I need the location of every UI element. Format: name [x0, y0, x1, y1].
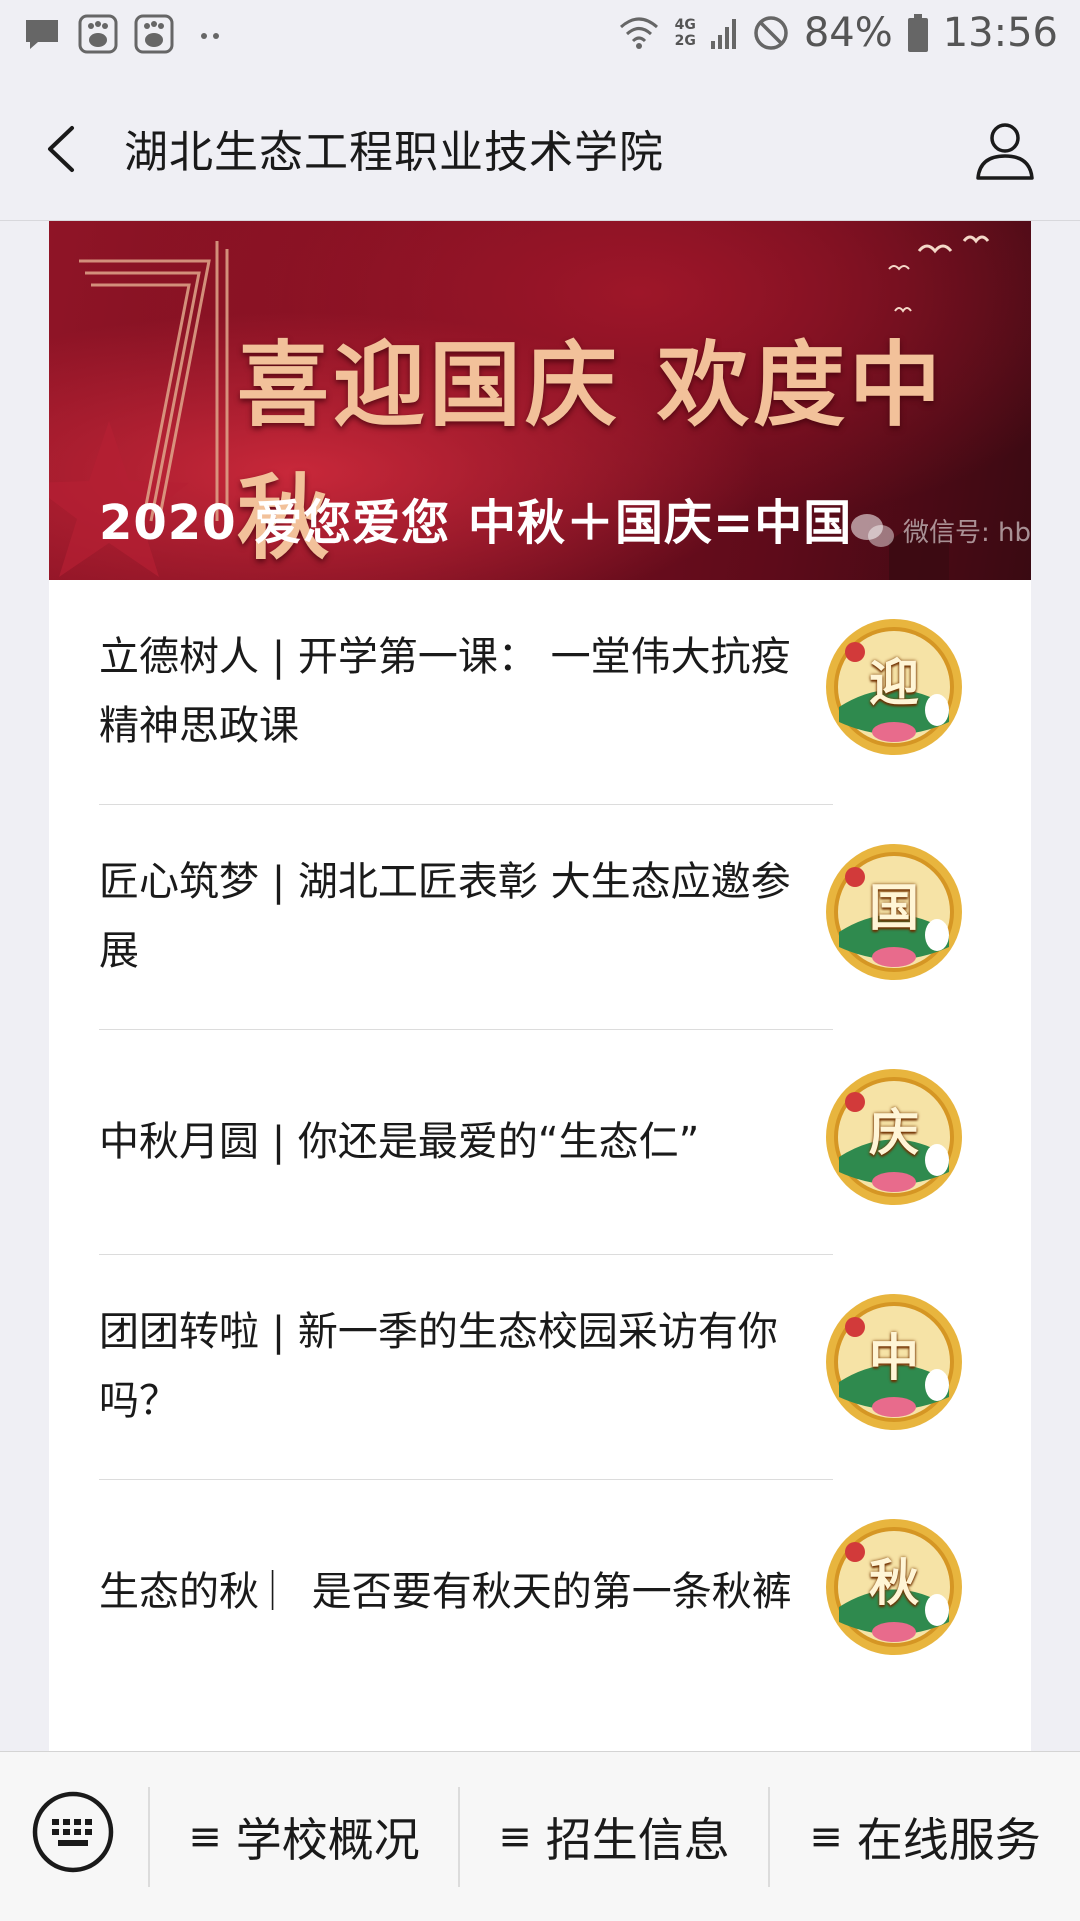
badge-character: 国: [869, 878, 919, 937]
menu-label: 招生信息: [545, 1812, 730, 1867]
badge-character: 庆: [869, 1103, 919, 1162]
menu-list-icon: ≡: [809, 1813, 843, 1860]
network-indicator: 4G 2G: [675, 17, 696, 49]
message-icon: [26, 20, 58, 49]
bottom-menu-bar: ≡ 学校概况 ≡ 招生信息 ≡ 在线服务: [0, 1751, 1080, 1921]
profile-icon[interactable]: [970, 114, 1040, 184]
article-title: 匠心筑梦 | 湖北工匠表彰 大生态应邀参展: [99, 859, 791, 974]
banner-watermark-text: 微信号: hb: [902, 517, 1031, 548]
banner-watermark: 微信号: hb: [849, 511, 1031, 549]
battery-icon: [907, 14, 928, 52]
badge-character: 中: [869, 1328, 919, 1387]
menu-admission-info[interactable]: ≡ 招生信息: [460, 1752, 768, 1921]
wechat-icon: [850, 514, 894, 547]
article-item[interactable]: 团团转啦 | 新一季的生态校园采访有你吗？ 中: [49, 1255, 1031, 1480]
article-card: 喜迎国庆 欢度中秋 2020 爱您爱您 中秋＋国庆=中国 微信号: hb 立德树…: [49, 221, 1031, 1751]
article-item[interactable]: 生态的秋 ︳是否要有秋天的第一条秋裤 秋: [49, 1480, 1031, 1705]
article-list: 立德树人 | 开学第一课： 一堂伟大抗疫精神思政课 迎 匠心筑梦 | 湖北工匠表…: [49, 580, 1031, 1705]
signal-icon: [710, 19, 736, 49]
baidu-paw-icon: [134, 14, 174, 54]
notification-icons: [22, 14, 230, 54]
network-top-label: 4G: [674, 17, 696, 33]
badge-character: 迎: [869, 653, 919, 712]
navigation-bar: 湖北生态工程职业技术学院: [0, 76, 1080, 221]
featured-article-banner[interactable]: 喜迎国庆 欢度中秋 2020 爱您爱您 中秋＋国庆=中国 微信号: hb: [49, 221, 1031, 580]
article-title: 中秋月圆 | 你还是最爱的“生态仁”: [99, 1118, 700, 1165]
banner-subtitle: 2020 爱您爱您 中秋＋国庆=中国: [99, 495, 853, 551]
article-title: 立德树人 | 开学第一课： 一堂伟大抗疫精神思政课: [99, 634, 791, 749]
menu-list-icon: ≡: [498, 1813, 532, 1860]
menu-label: 在线服务: [856, 1812, 1041, 1867]
more-dots-icon: [201, 33, 219, 39]
article-item[interactable]: 立德树人 | 开学第一课： 一堂伟大抗疫精神思政课 迎: [49, 580, 1031, 805]
menu-school-overview[interactable]: ≡ 学校概况: [150, 1752, 458, 1921]
do-not-disturb-icon: [754, 16, 788, 50]
menu-online-service[interactable]: ≡ 在线服务: [770, 1752, 1080, 1921]
article-item[interactable]: 匠心筑梦 | 湖北工匠表彰 大生态应邀参展 国: [49, 805, 1031, 1030]
badge-character: 秋: [869, 1553, 919, 1612]
clock: 13:56: [942, 10, 1058, 56]
page-title: 湖北生态工程职业技术学院: [124, 127, 664, 178]
article-item[interactable]: 中秋月圆 | 你还是最爱的“生态仁” 庆: [49, 1030, 1031, 1255]
menu-list-icon: ≡: [188, 1813, 222, 1860]
network-bottom-label: 2G: [674, 33, 696, 49]
back-arrow-icon[interactable]: [36, 114, 96, 184]
baidu-paw-icon: [78, 14, 118, 54]
article-title: 团团转啦 | 新一季的生态校园采访有你吗？: [99, 1309, 778, 1424]
keyboard-toggle-icon[interactable]: [30, 1789, 116, 1875]
article-title: 生态的秋 ︳是否要有秋天的第一条秋裤: [99, 1568, 792, 1615]
menu-label: 学校概况: [235, 1812, 420, 1867]
status-bar: 4G 2G 84% 13:56: [0, 0, 1080, 76]
wifi-icon: [619, 17, 658, 49]
battery-percent: 84%: [803, 10, 893, 56]
